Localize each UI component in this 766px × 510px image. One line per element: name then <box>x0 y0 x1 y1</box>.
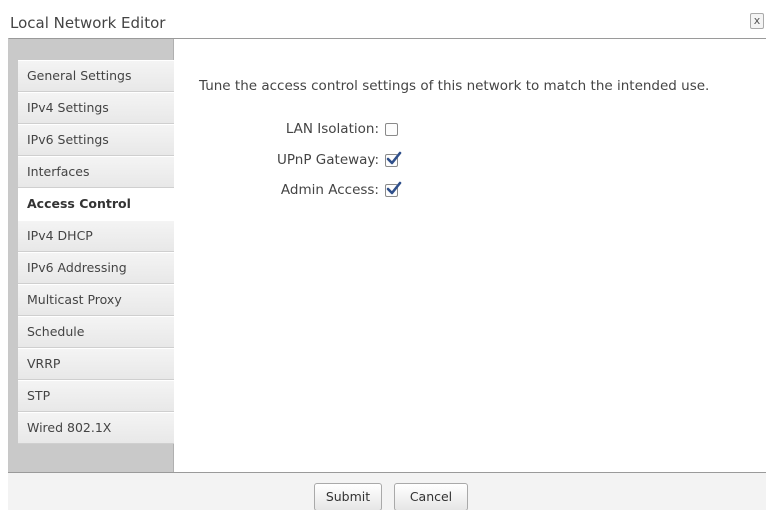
sidebar-item-wired-8021x[interactable]: Wired 802.1X <box>18 412 174 444</box>
admin-access-label: Admin Access: <box>280 182 379 198</box>
dialog-footer: Submit Cancel <box>8 472 766 510</box>
checkmark-icon <box>386 151 402 165</box>
sidebar-item-ipv4-settings[interactable]: IPv4 Settings <box>18 92 174 124</box>
sidebar-item-vrrp[interactable]: VRRP <box>18 348 174 380</box>
upnp-gateway-row: UPnP Gateway: <box>195 152 379 172</box>
submit-button[interactable]: Submit <box>314 483 382 510</box>
sidebar-item-stp[interactable]: STP <box>18 380 174 412</box>
sidebar-item-schedule[interactable]: Schedule <box>18 316 174 348</box>
editor-panel: General Settings IPv4 Settings IPv6 Sett… <box>8 38 766 472</box>
sidebar-item-ipv6-settings[interactable]: IPv6 Settings <box>18 124 174 156</box>
sidebar-item-access-control[interactable]: Access Control <box>18 188 174 220</box>
sidebar-nav: General Settings IPv4 Settings IPv6 Sett… <box>18 60 174 444</box>
upnp-gateway-label: UPnP Gateway: <box>277 152 379 168</box>
lan-isolation-row: LAN Isolation: <box>195 121 379 141</box>
window-title: Local Network Editor <box>10 14 166 32</box>
admin-access-row: Admin Access: <box>195 182 379 202</box>
sidebar: General Settings IPv4 Settings IPv6 Sett… <box>9 39 174 472</box>
close-button[interactable]: x <box>750 13 764 29</box>
access-control-panel: Tune the access control settings of this… <box>175 39 766 472</box>
cancel-button[interactable]: Cancel <box>394 483 468 510</box>
window-titlebar: Local Network Editor x <box>8 8 766 38</box>
admin-access-checkbox[interactable] <box>385 181 402 197</box>
sidebar-item-multicast-proxy[interactable]: Multicast Proxy <box>18 284 174 316</box>
close-icon: x <box>753 14 761 27</box>
sidebar-item-interfaces[interactable]: Interfaces <box>18 156 174 188</box>
upnp-gateway-checkbox[interactable] <box>385 151 402 167</box>
checkmark-icon <box>386 181 402 195</box>
sidebar-item-ipv4-dhcp[interactable]: IPv4 DHCP <box>18 220 174 252</box>
lan-isolation-label: LAN Isolation: <box>285 121 379 137</box>
lan-isolation-checkbox[interactable] <box>385 123 398 136</box>
sidebar-item-general-settings[interactable]: General Settings <box>18 60 174 92</box>
sidebar-item-ipv6-addressing[interactable]: IPv6 Addressing <box>18 252 174 284</box>
access-control-description: Tune the access control settings of this… <box>199 78 710 94</box>
